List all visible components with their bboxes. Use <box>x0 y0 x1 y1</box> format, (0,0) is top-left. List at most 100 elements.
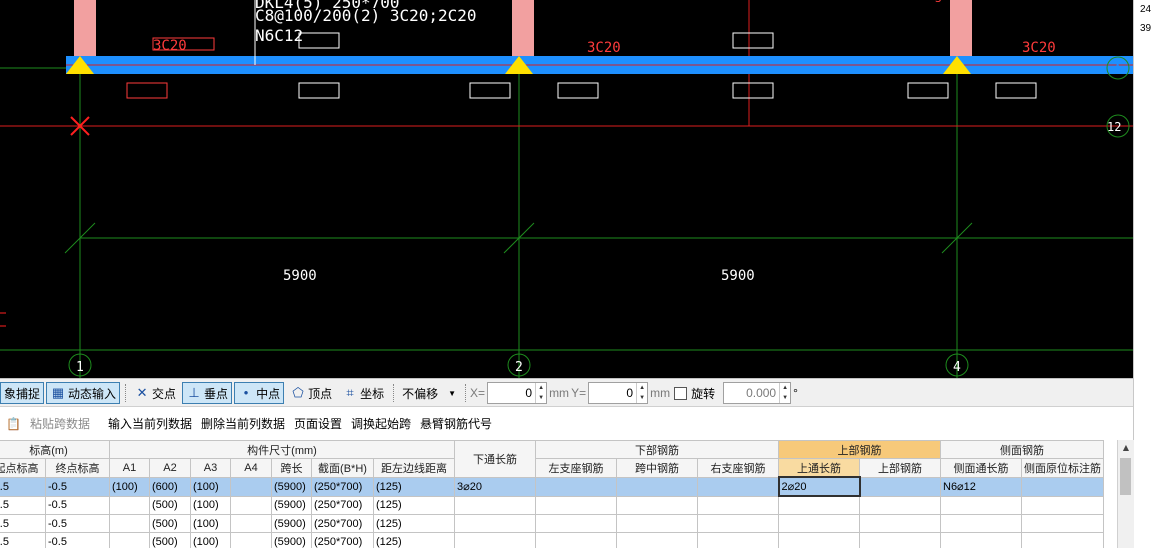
table-cell[interactable] <box>859 476 941 497</box>
table-cell[interactable]: (125) <box>373 514 455 533</box>
table-cell[interactable] <box>940 532 1022 548</box>
spin-arrows-icon[interactable]: ▲ ▼ <box>535 383 546 403</box>
column-header[interactable]: 截面(B*H) <box>311 458 374 478</box>
column-header[interactable]: 上部钢筋 <box>859 458 941 478</box>
column-header[interactable]: A4 <box>230 458 272 478</box>
column-header[interactable]: 左支座钢筋 <box>535 458 617 478</box>
table-cell[interactable]: -0.5 <box>45 476 110 497</box>
table-cell[interactable] <box>616 476 698 497</box>
perpendicular-snap-toggle[interactable]: ⊥ 垂点 <box>182 382 233 404</box>
midpoint-snap-toggle[interactable]: • 中点 <box>234 382 285 404</box>
table-cell[interactable]: (5900) <box>271 532 312 548</box>
table-cell[interactable] <box>778 514 860 533</box>
table-cell[interactable] <box>1021 532 1104 548</box>
table-cell[interactable] <box>535 514 617 533</box>
cantilever-code-button[interactable]: 悬臂钢筋代号 <box>420 415 492 432</box>
table-cell[interactable]: -0.5 <box>45 532 110 548</box>
table-cell[interactable]: -0.5 <box>45 495 110 515</box>
table-cell[interactable]: N6⌀12 <box>940 476 1022 497</box>
table-cell[interactable] <box>230 514 272 533</box>
column-header[interactable]: 右支座钢筋 <box>697 458 779 478</box>
table-cell[interactable] <box>535 476 617 497</box>
column[interactable] <box>74 0 96 56</box>
column-header[interactable]: 上通长筋 <box>778 458 860 478</box>
table-row[interactable]: -0.5 -0.5 (500) (100) (5900) (250*700) (… <box>0 495 1104 515</box>
table-cell[interactable] <box>697 514 779 533</box>
offset-mode-dropdown[interactable]: 不偏移 ▼ <box>398 382 460 404</box>
rotate-checkbox[interactable] <box>674 386 688 400</box>
table-cell[interactable]: (100) <box>109 476 150 497</box>
intersection-snap-toggle[interactable]: ✕ 交点 <box>130 382 180 404</box>
column-header[interactable]: 跨长 <box>271 458 312 478</box>
table-cell[interactable]: (250*700) <box>311 532 374 548</box>
spin-arrows-icon[interactable]: ▲ ▼ <box>636 383 647 403</box>
table-cell[interactable] <box>230 495 272 515</box>
table-cell[interactable]: (125) <box>373 532 455 548</box>
column-header[interactable]: 侧面原位标注筋 <box>1021 458 1104 478</box>
table-cell[interactable]: -0.5 <box>0 495 46 515</box>
vertex-snap-toggle[interactable]: ⬠ 顶点 <box>286 382 336 404</box>
coordinate-snap-toggle[interactable]: ⌗ 坐标 <box>338 382 388 404</box>
table-cell[interactable]: (500) <box>149 514 191 533</box>
table-cell[interactable] <box>940 514 1022 533</box>
table-cell[interactable] <box>454 495 536 515</box>
right-panel-item[interactable]: 39 <box>1134 19 1154 38</box>
right-panel-item[interactable]: 24 <box>1134 0 1154 19</box>
page-setup-button[interactable]: 页面设置 <box>294 415 342 432</box>
table-cell[interactable]: (500) <box>149 532 191 548</box>
table-cell[interactable]: (500) <box>149 495 191 515</box>
column-header[interactable]: 侧面通长筋 <box>940 458 1022 478</box>
table-vertical-scrollbar[interactable]: ▲ <box>1117 440 1134 548</box>
table-cell[interactable] <box>697 476 779 497</box>
scroll-up-icon[interactable]: ▲ <box>1118 440 1134 456</box>
cad-drawing-canvas[interactable]: DKL4(5) 250*700 C8@100/200(2) 3C20;2C20 … <box>0 0 1133 378</box>
table-cell[interactable] <box>859 532 941 548</box>
table-cell[interactable] <box>535 532 617 548</box>
table-cell[interactable] <box>1021 514 1104 533</box>
table-cell[interactable] <box>454 532 536 548</box>
table-cell[interactable] <box>940 495 1022 515</box>
table-cell[interactable]: -0.5 <box>45 514 110 533</box>
delete-column-button[interactable]: 删除当前列数据 <box>201 415 285 432</box>
column-header[interactable]: A2 <box>149 458 191 478</box>
table-cell[interactable] <box>616 514 698 533</box>
table-cell[interactable]: (250*700) <box>311 514 374 533</box>
table-cell[interactable]: 3⌀20 <box>454 476 536 497</box>
table-cell[interactable]: (5900) <box>271 476 312 497</box>
table-cell[interactable] <box>454 514 536 533</box>
table-cell[interactable]: (125) <box>373 495 455 515</box>
table-cell[interactable] <box>616 495 698 515</box>
column-header[interactable]: 起点标高 <box>0 458 46 478</box>
scroll-thumb[interactable] <box>1120 458 1131 495</box>
table-cell[interactable] <box>535 495 617 515</box>
table-cell[interactable]: (100) <box>190 514 231 533</box>
table-cell[interactable] <box>1021 495 1104 515</box>
table-cell[interactable]: (250*700) <box>311 495 374 515</box>
paste-span-button[interactable]: 📋 粘贴跨数据 <box>6 415 99 432</box>
table-cell[interactable]: (100) <box>190 495 231 515</box>
table-cell[interactable]: (250*700) <box>311 476 374 497</box>
table-cell[interactable]: -0.5 <box>0 514 46 533</box>
x-offset-input[interactable]: 0 ▲ ▼ <box>487 382 548 404</box>
column-header[interactable]: 距左边线距离 <box>373 458 455 478</box>
table-cell[interactable] <box>230 532 272 548</box>
table-cell[interactable] <box>697 532 779 548</box>
table-cell[interactable] <box>1021 476 1104 497</box>
table-cell[interactable]: (600) <box>149 476 191 497</box>
table-cell[interactable] <box>778 532 860 548</box>
table-cell[interactable]: -0.5 <box>0 532 46 548</box>
table-row[interactable]: -0.5 -0.5 (500) (100) (5900) (250*700) (… <box>0 532 1104 548</box>
table-cell[interactable] <box>109 514 150 533</box>
column-header[interactable]: 跨中钢筋 <box>616 458 698 478</box>
table-cell[interactable]: (125) <box>373 476 455 497</box>
table-cell[interactable] <box>109 495 150 515</box>
table-cell[interactable] <box>859 495 941 515</box>
swap-start-span-button[interactable]: 调换起始跨 <box>351 415 411 432</box>
column[interactable] <box>950 0 972 56</box>
table-cell[interactable] <box>109 532 150 548</box>
column[interactable] <box>512 0 534 56</box>
table-cell[interactable] <box>859 514 941 533</box>
table-cell[interactable] <box>778 495 860 515</box>
dynamic-input-toggle[interactable]: ▦ 动态输入 <box>46 382 121 404</box>
object-snap-toggle[interactable]: 象捕捉 <box>0 382 45 404</box>
